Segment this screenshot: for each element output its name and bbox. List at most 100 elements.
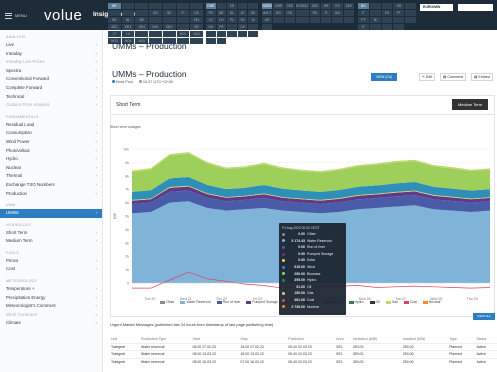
area-cell[interactable]: DK1 — [149, 24, 162, 30]
area-cell[interactable] — [393, 17, 405, 23]
area-cell[interactable] — [216, 31, 227, 37]
area-cell[interactable] — [343, 17, 354, 23]
table-row[interactable]: Tokegnet Water reservoir 08.00 27.02.23 18.… — [110, 342, 497, 351]
area-cell[interactable]: SE — [162, 10, 176, 16]
area-cell[interactable]: HR — [320, 3, 332, 9]
view-all-button[interactable]: VIEW ALL — [473, 313, 495, 320]
sidebar-item-spectra[interactable]: Spectra — [0, 67, 102, 76]
area-selector-bg[interactable]: BG GB IT ES PT PT IE IT — [358, 3, 416, 30]
sidebar-item-cost[interactable]: Cost — [0, 265, 102, 274]
area-cell[interactable]: FI — [176, 10, 190, 16]
sidebar-item-intraday-live-prices[interactable]: Intraday Live Prices — [0, 58, 102, 67]
sidebar-item-custom-price-analysis[interactable]: Custom Price Analysis — [0, 101, 102, 110]
legend-item[interactable]: Oil — [369, 300, 380, 304]
area-cell[interactable] — [135, 31, 149, 37]
sidebar-item-thermal[interactable]: Thermal — [0, 172, 102, 181]
sidebar-item-medium-term[interactable]: Medium Term — [0, 237, 102, 246]
area-cell[interactable]: SE2 — [108, 24, 121, 30]
area-cell[interactable]: RS — [309, 10, 320, 16]
area-cell[interactable] — [162, 3, 176, 9]
area-cell[interactable]: PT — [393, 10, 405, 16]
area-cell[interactable] — [237, 3, 248, 9]
sidebar-item-complete-forward[interactable]: Complete Forward — [0, 84, 102, 93]
area-cell[interactable]: DE — [108, 17, 121, 23]
column-header[interactable]: Status — [475, 336, 497, 343]
area-cell[interactable]: CWR — [273, 3, 284, 9]
area-cell[interactable] — [121, 10, 135, 16]
table-row[interactable]: Tokegnet Water reservoir 08.00 15.03.23 07.… — [110, 357, 497, 366]
area-cell[interactable]: CE — [227, 3, 237, 9]
legend-item[interactable]: Run of river — [216, 300, 240, 304]
area-cell[interactable]: SE4 — [135, 24, 149, 30]
area-cell[interactable] — [405, 3, 416, 9]
area-cell[interactable] — [369, 10, 381, 16]
area-cell[interactable] — [176, 24, 190, 30]
area-cell[interactable] — [332, 17, 343, 23]
area-cell[interactable]: SEE — [343, 3, 354, 9]
area-cell[interactable]: IT — [358, 10, 369, 16]
area-cell[interactable]: IE — [369, 17, 381, 23]
area-cell[interactable]: LV — [121, 31, 135, 37]
sidebar-item-live[interactable]: Live — [0, 41, 102, 50]
area-cell[interactable] — [381, 24, 393, 30]
comment-button[interactable]: ▤ Comment — [440, 73, 466, 81]
area-cell[interactable] — [309, 17, 320, 23]
area-cell[interactable]: CH — [237, 24, 248, 30]
area-cell[interactable] — [284, 17, 296, 23]
area-cell[interactable] — [121, 3, 135, 9]
area-cell[interactable] — [393, 24, 405, 30]
area-cell[interactable]: CZ — [206, 17, 216, 23]
area-cell[interactable] — [262, 24, 273, 30]
area-cell[interactable] — [369, 24, 381, 30]
area-cell[interactable]: IT — [358, 24, 369, 30]
column-header[interactable]: Start — [192, 336, 240, 343]
column-header[interactable]: Type — [448, 336, 475, 343]
area-cell[interactable] — [216, 3, 227, 9]
area-cell[interactable] — [381, 3, 393, 9]
area-cell[interactable]: BG — [273, 10, 284, 16]
legend-item[interactable]: Other — [160, 300, 174, 304]
sidebar-item-umms[interactable]: UMMs — [0, 209, 102, 218]
area-cell[interactable]: CEE — [284, 3, 296, 9]
sidebar-item-technical[interactable]: Technical — [0, 93, 102, 102]
area-cell[interactable]: BE — [216, 10, 227, 16]
area-cell[interactable]: NP — [108, 3, 121, 9]
area-cell[interactable]: PT — [358, 17, 369, 23]
area-cell[interactable]: FR — [206, 10, 216, 16]
area-cell[interactable] — [176, 3, 190, 9]
area-cell[interactable] — [135, 3, 149, 9]
area-cell[interactable]: LT — [108, 31, 121, 37]
legend-item[interactable]: Coal — [403, 300, 417, 304]
legend-item[interactable]: Pumped Storage — [246, 300, 278, 304]
region-select[interactable] — [458, 4, 493, 11]
column-header[interactable]: Area — [335, 336, 352, 343]
sidebar-item-nuclear[interactable]: Nuclear — [0, 164, 102, 173]
sidebar-item-consumption[interactable]: Consumption — [0, 129, 102, 138]
sidebar-item-wind-power[interactable]: Wind Power — [0, 138, 102, 147]
table-row[interactable]: Tokegnet Water reservoir 08.00 13.03.23 18.… — [110, 350, 497, 358]
area-cell[interactable]: NO — [149, 10, 162, 16]
area-cell[interactable]: NORD — [262, 3, 273, 9]
area-cell[interactable]: BA — [332, 10, 343, 16]
sidebar-item-short-term[interactable]: Short Term — [0, 229, 102, 238]
sidebar-item-conventional-forward[interactable]: Conventional Forward — [0, 75, 102, 84]
sidebar-item-photovoltaic[interactable]: Photovoltaic — [0, 147, 102, 156]
area-cell[interactable]: SE3 — [121, 24, 135, 30]
edit-button[interactable]: ✎ Edit — [419, 73, 436, 81]
area-cell[interactable]: AT — [237, 10, 248, 16]
area-cell[interactable] — [162, 31, 176, 37]
area-cell[interactable] — [273, 17, 284, 23]
area-selector-np[interactable]: NP NO SE FI DK DE NL BE SE1 SE2 SE3 SE4 DK1 DK2 EE LT LV… — [108, 3, 203, 44]
area-cell[interactable] — [369, 3, 381, 9]
area-cell[interactable]: NL — [227, 10, 237, 16]
area-cell[interactable]: NORDIC — [296, 3, 309, 9]
area-cell[interactable]: DK — [190, 10, 203, 16]
area-cell[interactable]: IT — [320, 10, 332, 16]
area-cell[interactable]: SE1 — [190, 17, 203, 23]
sidebar-item-exchange-tso-numbers[interactable]: Exchange TSO Numbers — [0, 181, 102, 190]
area-cell[interactable]: CH — [216, 17, 227, 23]
area-cell[interactable] — [248, 24, 258, 30]
area-cell[interactable] — [296, 10, 309, 16]
area-cell[interactable]: BG — [358, 3, 369, 9]
sidebar-item-temperature-[interactable]: Temperature + — [0, 285, 102, 294]
